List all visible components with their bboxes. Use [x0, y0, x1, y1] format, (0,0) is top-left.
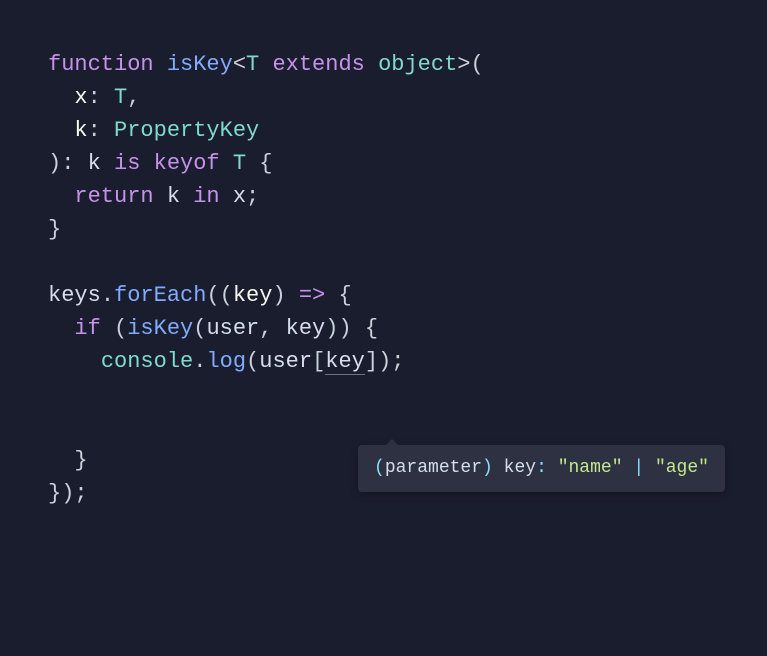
keyword-function: function [48, 52, 154, 77]
tooltip-type-lit2: "age" [655, 458, 709, 478]
arg-key: key [286, 316, 326, 341]
generic-param: T [246, 52, 259, 77]
tooltip-kind: parameter [385, 458, 482, 478]
keyword-in: in [193, 184, 219, 209]
type-object: object [378, 52, 457, 77]
param-key: key [233, 283, 273, 308]
type-propertykey: PropertyKey [114, 118, 259, 143]
param-x: x [74, 85, 87, 110]
var-keys: keys [48, 283, 101, 308]
param-k: k [74, 118, 87, 143]
hover-tooltip: (parameter) key: "name" | "age" [358, 445, 725, 492]
arg-user: user [206, 316, 259, 341]
predicate-T: T [233, 151, 246, 176]
code-editor[interactable]: function isKey<T extends object>( x: T, … [48, 48, 755, 510]
predicate-k: k [88, 151, 101, 176]
keyword-extends: extends [272, 52, 364, 77]
keyword-return: return [74, 184, 153, 209]
return-k: k [167, 184, 180, 209]
idx-user: user [259, 349, 312, 374]
keyword-keyof: keyof [154, 151, 220, 176]
call-iskey: isKey [127, 316, 193, 341]
keyword-if: if [74, 316, 100, 341]
method-log: log [206, 349, 246, 374]
tooltip-ident: key [504, 458, 536, 478]
keyword-is: is [114, 151, 140, 176]
return-x: x [233, 184, 246, 209]
tooltip-type-lit1: "name" [558, 458, 623, 478]
obj-console: console [101, 349, 193, 374]
hover-identifier-key[interactable]: key [325, 349, 365, 375]
method-foreach: forEach [114, 283, 206, 308]
type-T: T [114, 85, 127, 110]
function-name: isKey [167, 52, 233, 77]
